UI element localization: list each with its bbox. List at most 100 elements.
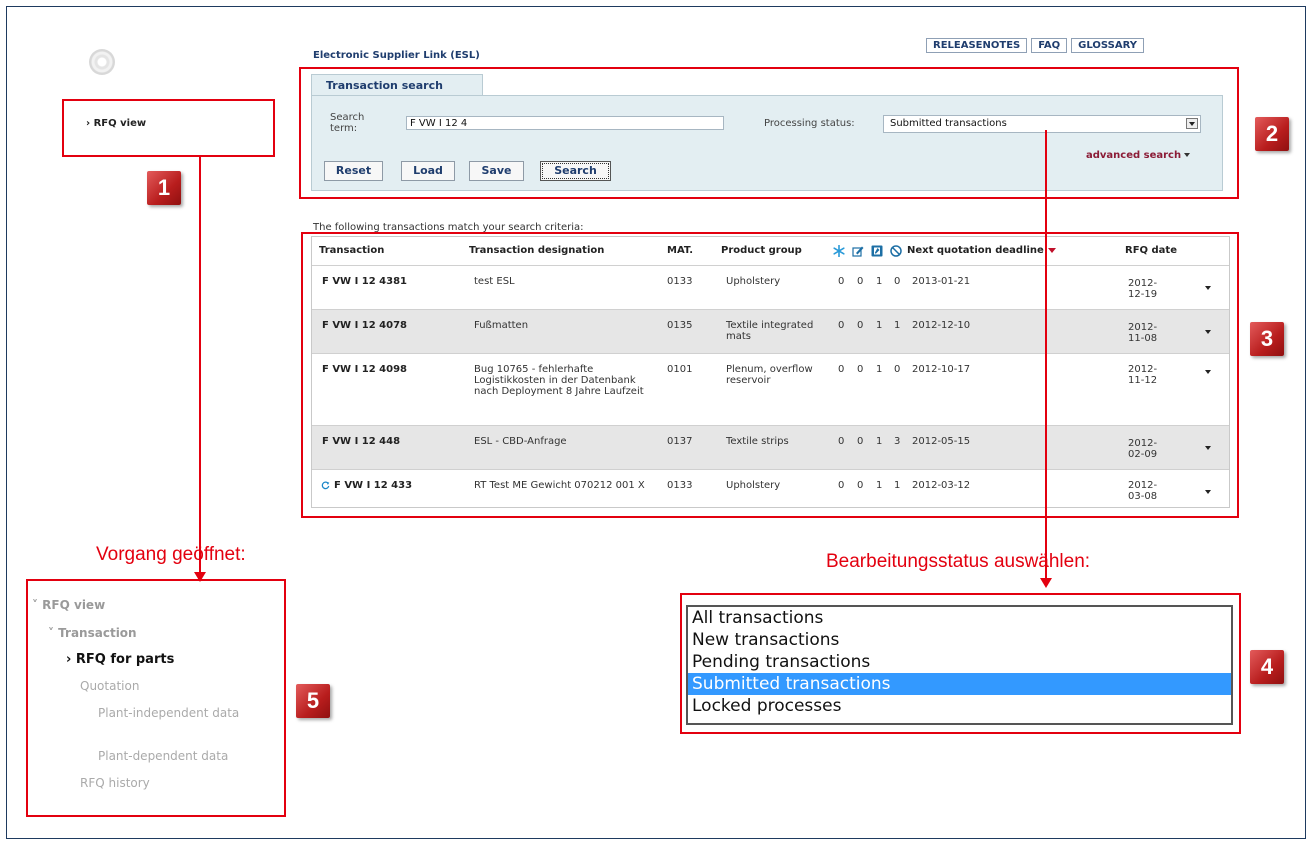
document-icon[interactable] — [871, 245, 883, 257]
table-row[interactable]: F VW I 12 448 ESL - CBD-Anfrage 0137 Tex… — [312, 425, 1229, 469]
badge-1: 1 — [147, 171, 181, 205]
col-rfq-date[interactable]: RFQ date — [1125, 245, 1177, 256]
row-mat: 0135 — [667, 320, 693, 331]
row-count-blocked: 1 — [894, 320, 901, 331]
row-deadline: 2012-03-12 — [912, 480, 971, 491]
advanced-search-label: advanced search — [1086, 150, 1182, 161]
tree-rfq-view[interactable]: ˅ RFQ view — [32, 598, 105, 612]
row-count-blocked: 0 — [894, 276, 901, 287]
row-transaction[interactable]: F VW I 12 448 — [322, 436, 400, 447]
row-group: Upholstery — [726, 480, 781, 491]
row-rfq-date: 2012-02-09 — [1128, 438, 1158, 460]
blocked-icon[interactable] — [890, 245, 902, 257]
row-designation: Fußmatten — [474, 320, 529, 331]
dropdown-arrow-icon[interactable] — [1186, 118, 1198, 129]
badge-3: 3 — [1250, 322, 1284, 356]
advanced-search-link[interactable]: advanced search — [1086, 150, 1191, 161]
option-submitted-transactions[interactable]: Submitted transactions — [688, 673, 1231, 695]
row-count-edit: 0 — [857, 276, 864, 287]
col-deadline-label: Next quotation deadline — [907, 245, 1044, 256]
row-count-edit: 0 — [857, 364, 864, 375]
row-rfq-date: 2012-12-19 — [1128, 278, 1158, 300]
label-vorgang-geoeffnet: Vorgang geöffnet: — [96, 544, 246, 565]
option-new-transactions[interactable]: New transactions — [688, 629, 1231, 651]
logo-icon — [89, 49, 115, 75]
table-row[interactable]: F VW I 12 433 RT Test ME Gewicht 070212 … — [312, 469, 1229, 507]
row-expand-icon[interactable] — [1205, 370, 1211, 374]
tree-rfq-history[interactable]: RFQ history — [80, 776, 150, 790]
app-title: Electronic Supplier Link (ESL) — [313, 50, 480, 61]
load-button[interactable]: Load — [401, 161, 455, 181]
asterisk-icon[interactable] — [833, 245, 845, 257]
sort-desc-icon — [1047, 247, 1056, 253]
row-mat: 0133 — [667, 276, 693, 287]
row-rfq-date: 2012-11-08 — [1128, 322, 1158, 344]
row-count-doc: 1 — [876, 276, 883, 287]
col-product-group[interactable]: Product group — [721, 245, 802, 256]
row-deadline: 2012-10-17 — [912, 364, 971, 375]
table-row[interactable]: F VW I 12 4098 Bug 10765 - fehlerhafte L… — [312, 353, 1229, 425]
row-expand-icon[interactable] — [1205, 286, 1211, 290]
row-deadline: 2012-05-15 — [912, 436, 971, 447]
row-transaction[interactable]: F VW I 12 4078 — [322, 320, 407, 331]
row-count-blocked: 1 — [894, 480, 901, 491]
row-count-doc: 1 — [876, 320, 883, 331]
top-links: RELEASENOTES FAQ GLOSSARY — [926, 38, 1144, 53]
row-expand-icon[interactable] — [1205, 446, 1211, 450]
reset-button[interactable]: Reset — [324, 161, 383, 181]
col-mat[interactable]: MAT. — [667, 245, 693, 256]
col-deadline[interactable]: Next quotation deadline — [907, 245, 1056, 256]
tree-plant-independent[interactable]: Plant-independent data — [98, 705, 268, 722]
row-rfq-date: 2012-03-08 — [1128, 480, 1158, 502]
row-designation: RT Test ME Gewicht 070212 001 X — [474, 480, 645, 491]
row-transaction[interactable]: F VW I 12 433 — [334, 480, 412, 491]
row-group: Upholstery — [726, 276, 781, 287]
row-count-new: 0 — [838, 320, 845, 331]
status-dropdown-list[interactable]: All transactions New transactions Pendin… — [686, 605, 1233, 725]
results-table: Transaction Transaction designation MAT.… — [311, 236, 1230, 508]
row-count-blocked: 0 — [894, 364, 901, 375]
search-term-input[interactable]: F VW I 12 4 — [406, 116, 724, 130]
table-row[interactable]: F VW I 12 4078 Fußmatten 0135 Textile in… — [312, 309, 1229, 353]
save-button[interactable]: Save — [469, 161, 524, 181]
search-term-label: Search term: — [330, 112, 365, 134]
edit-icon[interactable] — [852, 245, 864, 257]
row-transaction[interactable]: F VW I 12 4098 — [322, 364, 407, 375]
tab-transaction-search[interactable]: Transaction search — [311, 74, 483, 96]
tree-quotation[interactable]: Quotation — [80, 679, 139, 693]
row-expand-icon[interactable] — [1205, 330, 1211, 334]
glossary-link[interactable]: GLOSSARY — [1071, 38, 1144, 53]
tree-transaction[interactable]: ˅ Transaction — [48, 626, 137, 640]
releasenotes-link[interactable]: RELEASENOTES — [926, 38, 1028, 53]
row-designation: Bug 10765 - fehlerhafte Logistikkosten i… — [474, 364, 644, 397]
search-button[interactable]: Search — [540, 161, 611, 181]
chevron-down-icon — [1184, 153, 1191, 157]
row-transaction[interactable]: F VW I 12 4381 — [322, 276, 407, 287]
row-expand-icon[interactable] — [1205, 490, 1211, 494]
row-count-edit: 0 — [857, 320, 864, 331]
processing-status-select[interactable]: Submitted transactions — [883, 115, 1201, 133]
col-designation[interactable]: Transaction designation — [469, 245, 604, 256]
row-mat: 0101 — [667, 364, 693, 375]
nav-rfq-view[interactable]: › RFQ view — [86, 118, 146, 129]
row-count-new: 0 — [838, 436, 845, 447]
option-pending-transactions[interactable]: Pending transactions — [688, 651, 1231, 673]
row-rfq-date: 2012-11-12 — [1128, 364, 1158, 386]
row-group: Textile integrated mats — [726, 320, 814, 342]
row-designation: ESL - CBD-Anfrage — [474, 436, 567, 447]
faq-link[interactable]: FAQ — [1031, 38, 1068, 53]
option-all-transactions[interactable]: All transactions — [688, 607, 1231, 629]
connector-line-1 — [199, 157, 201, 575]
col-transaction[interactable]: Transaction — [319, 245, 384, 256]
row-deadline: 2013-01-21 — [912, 276, 971, 287]
refresh-icon[interactable] — [321, 481, 330, 490]
connector-line-2 — [1045, 130, 1047, 580]
row-count-new: 0 — [838, 276, 845, 287]
tree-rfq-for-parts[interactable]: › RFQ for parts — [66, 652, 174, 667]
row-count-new: 0 — [838, 364, 845, 375]
tree-plant-dependent[interactable]: Plant-dependent data — [98, 749, 228, 763]
table-row[interactable]: F VW I 12 4381 test ESL 0133 Upholstery … — [312, 265, 1229, 309]
row-count-new: 0 — [838, 480, 845, 491]
option-locked-processes[interactable]: Locked processes — [688, 695, 1231, 717]
row-count-edit: 0 — [857, 480, 864, 491]
